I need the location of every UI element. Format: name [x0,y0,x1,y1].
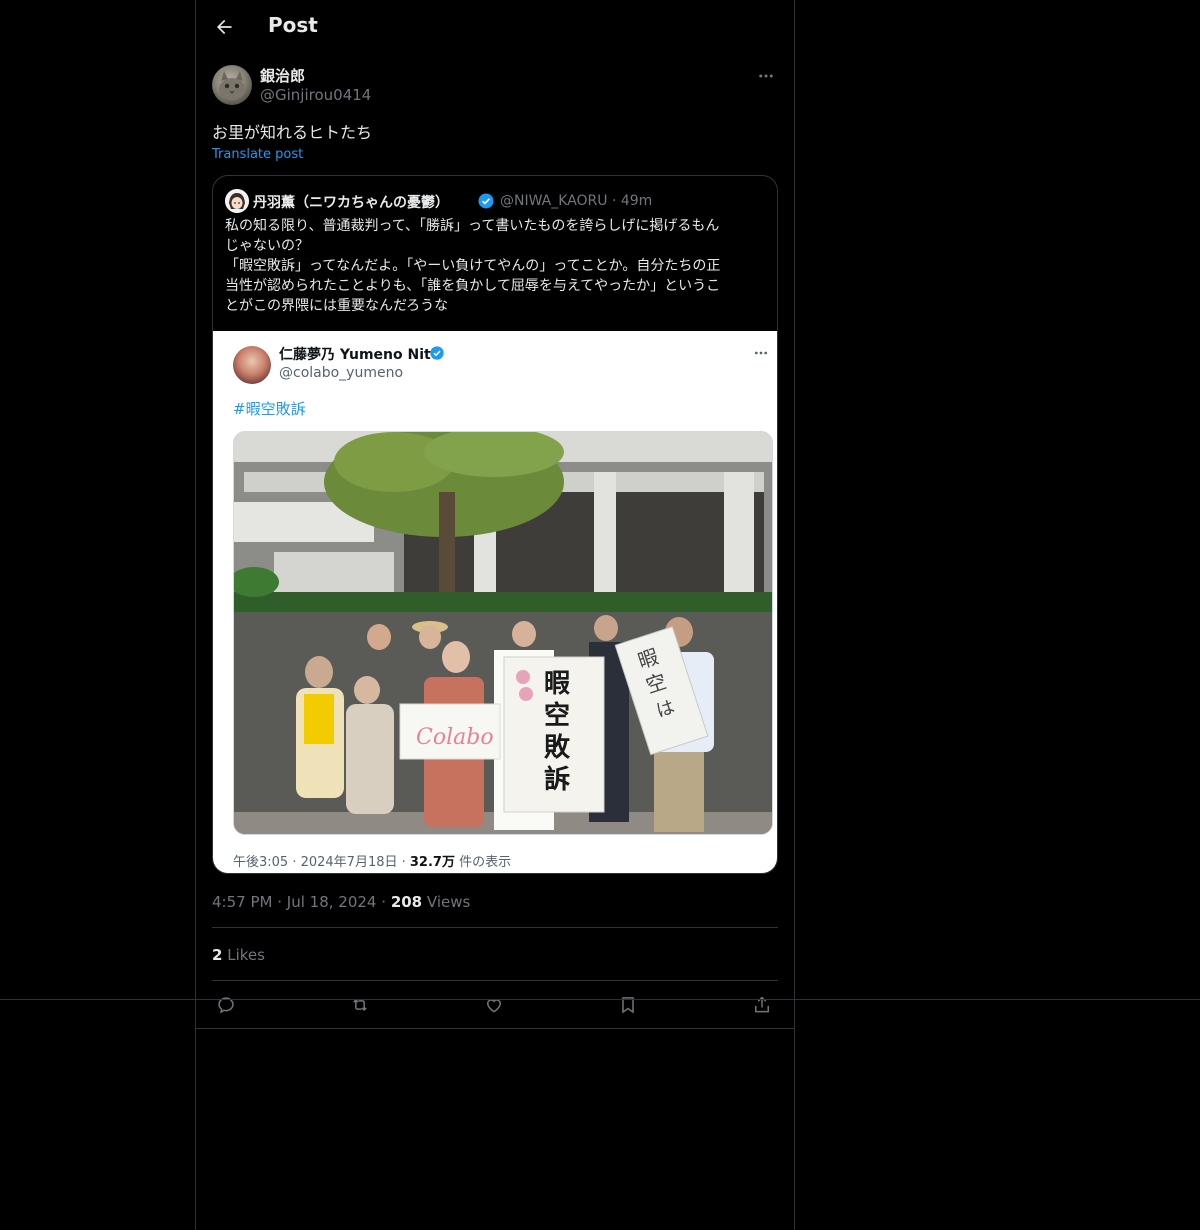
post-text: お里が知れるヒトたち [212,123,373,142]
more-icon [755,351,767,355]
reply-icon [218,997,234,1014]
quoted-text: 私の知る限り、普通裁判って、「勝訴」って書いたものを誇らしげに掲げるもん じゃな… [225,218,721,314]
bookmark-icon [622,997,634,1014]
quoted-author-handle: @NIWA_KAORU · 49m [500,193,653,209]
divider [212,927,778,928]
reply-button[interactable] [212,991,240,1019]
avatar[interactable] [212,65,252,105]
svg-text:訴: 訴 [544,764,570,795]
action-bar [212,991,778,1019]
share-button[interactable] [748,991,776,1019]
quoted-avatar [225,189,249,213]
views-label: Views [426,893,471,911]
verified-icon [478,193,494,209]
group-photo: Colabo 暇 空 敗 訴 暇 空 は [233,431,773,835]
verified-icon [430,346,444,360]
screenshot-avatar [233,346,271,384]
repost-icon [353,998,367,1012]
screenshot-hashtag: #暇空敗訴 [233,400,306,418]
more-button[interactable] [754,64,778,88]
back-arrow-icon [217,19,232,35]
post-author: 銀治郎 @Ginjirou0414 [212,64,778,108]
likes-link[interactable]: 2 Likes [212,946,265,964]
quoted-author-name: 丹羽薫（ニワカちゃんの憂鬱） [253,195,449,211]
svg-text:敗: 敗 [544,732,571,763]
quoted-post-header: 丹羽薫（ニワカちゃんの憂鬱） @NIWA_KAORU · 49m [225,189,765,213]
quoted-screenshot-image: 仁藤夢乃 Yumeno Nito @colabo_yumeno #暇空敗訴 Co… [213,331,777,873]
post-date[interactable]: Jul 18, 2024 [287,893,377,911]
repost-button[interactable] [346,991,374,1019]
share-icon [755,996,769,1013]
page-title: Post [268,13,318,37]
screenshot-author-handle: @colabo_yumeno [279,365,404,381]
back-button[interactable] [208,11,240,43]
screenshot-footer: 午後3:05 · 2024年7月18日 · 32.7万 件の表示 [233,855,512,870]
horizontal-rule [0,999,1200,1000]
bookmark-button[interactable] [614,991,642,1019]
colabo-logo: Colabo [416,725,494,750]
views-count: 208 [390,893,423,911]
post-column: Post 銀治郎 @Ginjirou0414 お里が知れるヒトたち Transl… [195,0,795,1230]
author-handle[interactable]: @Ginjirou0414 [260,86,371,104]
post-meta: 4:57 PM · Jul 18, 2024 · 208 Views [212,893,471,911]
screenshot-author-name: 仁藤夢乃 Yumeno Nito [279,347,441,363]
translate-post-link[interactable]: Translate post [212,147,303,162]
divider [196,1028,794,1029]
post-time[interactable]: 4:57 PM [212,893,272,911]
author-name[interactable]: 銀治郎 [260,65,305,86]
quoted-time: · 49m [611,193,653,209]
quoted-post[interactable]: 丹羽薫（ニワカちゃんの憂鬱） @NIWA_KAORU · 49m 私の知る限り、… [212,175,778,874]
divider [212,980,778,981]
like-button[interactable] [480,991,508,1019]
header: Post [196,0,794,54]
svg-text:空: 空 [544,700,570,731]
svg-text:暇: 暇 [544,669,570,699]
like-icon [486,999,502,1013]
more-icon [759,74,773,78]
